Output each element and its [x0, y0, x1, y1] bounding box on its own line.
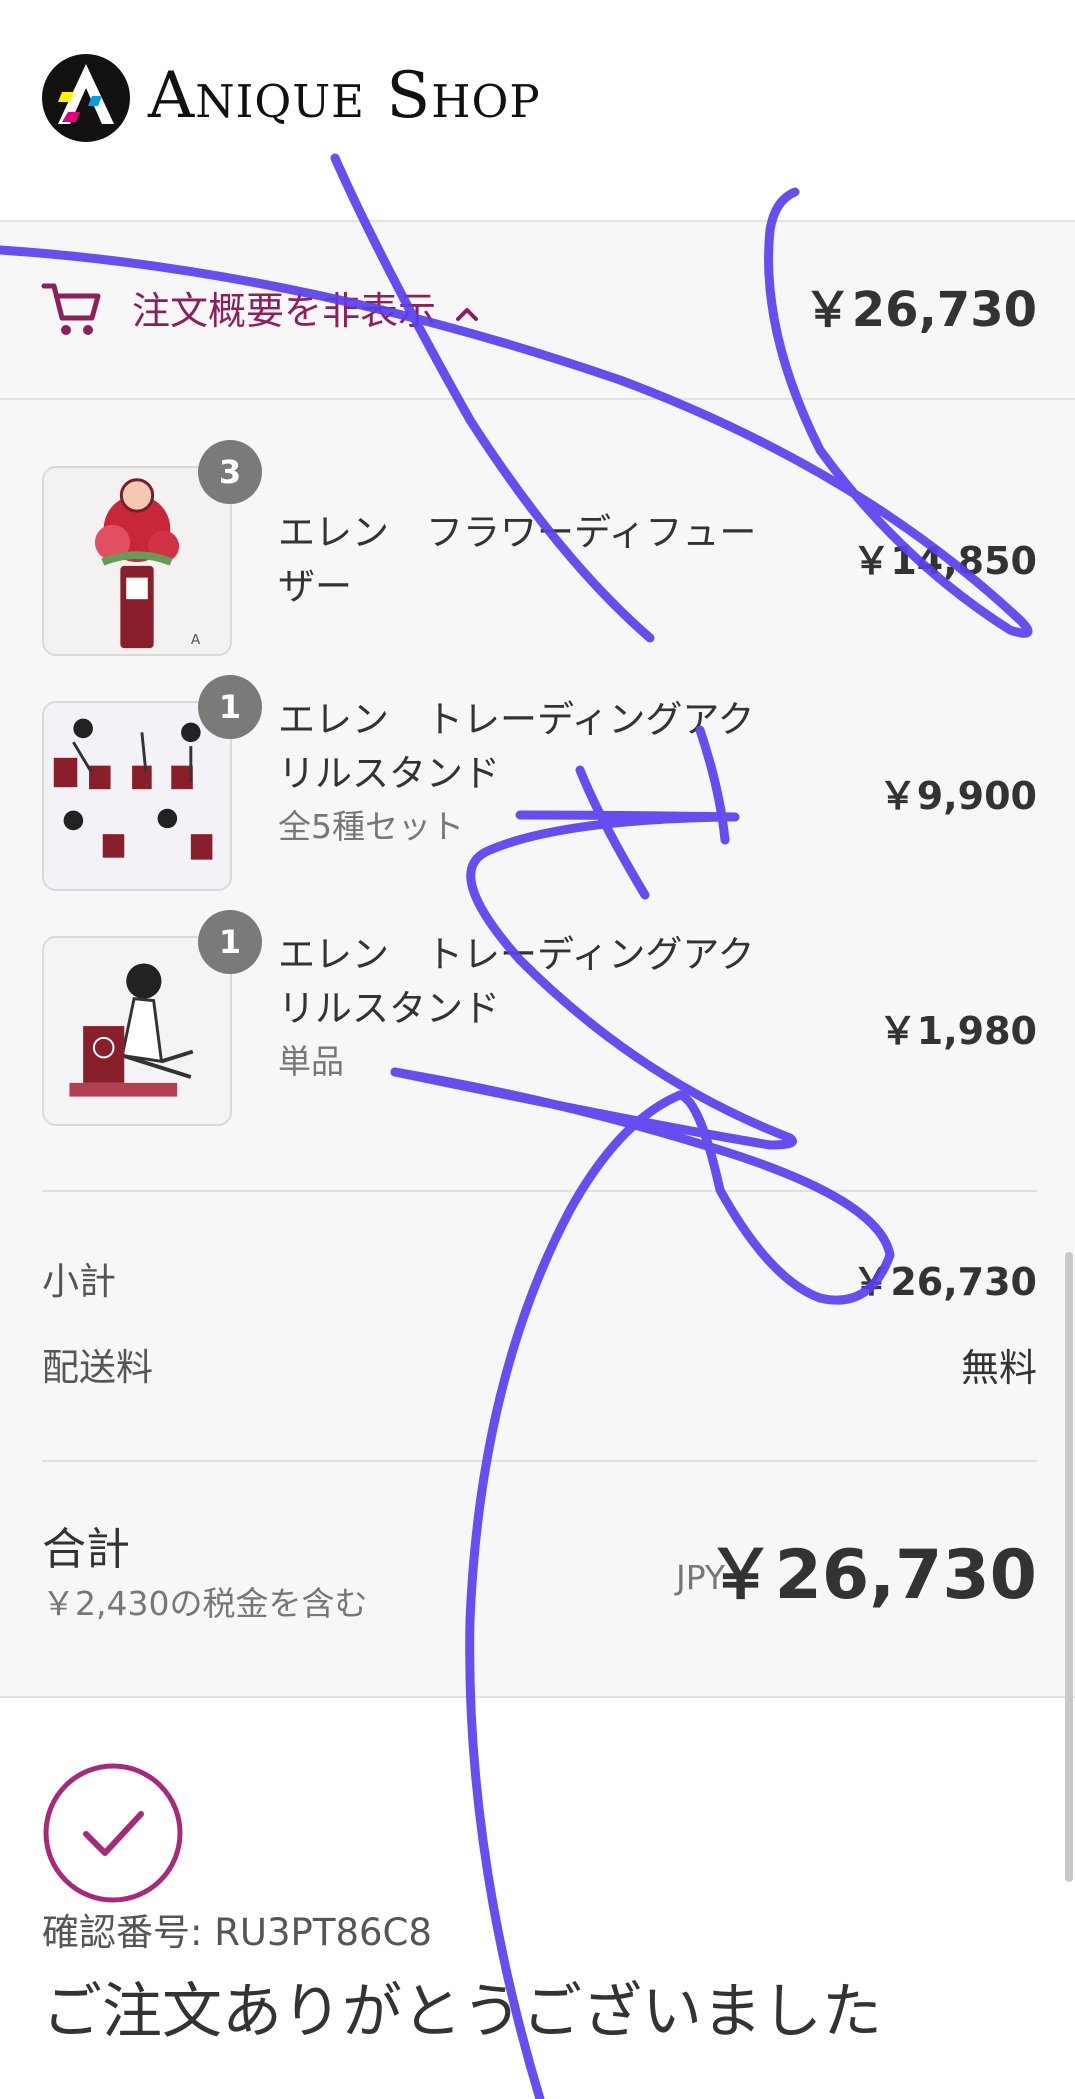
item-title: エレン トレーディングアクリルスタンド	[278, 933, 755, 1030]
line-item: 1 エレン トレーディングアクリルスタンド 全5種セット ￥9,900	[0, 675, 1075, 893]
divider	[42, 1460, 1037, 1462]
item-title: エレン フラワーディフューザー	[278, 511, 757, 608]
anique-logo-icon[interactable]	[40, 52, 132, 144]
shipping-label: 配送料	[42, 1346, 153, 1389]
confirmation-number: 確認番号: RU3PT86C8	[42, 1911, 432, 1954]
order-summary-toggle-bar[interactable]: 注文概要を非表示 ￥26,730	[0, 222, 1075, 400]
total-label: 合計	[42, 1524, 130, 1575]
shipping-value: 無料	[960, 1346, 1037, 1390]
cart-icon	[41, 283, 101, 335]
flower-diffuser-image: A	[44, 468, 230, 654]
divider	[42, 1190, 1037, 1192]
site-header: Anique Shop	[0, 0, 1075, 222]
item-variant: 全5種セット	[278, 807, 464, 846]
chevron-up-icon	[456, 307, 479, 321]
line-item: A 3 エレン フラワーディフューザー ￥14,850	[0, 440, 1075, 658]
product-thumbnail	[42, 701, 232, 891]
quantity-badge: 1	[198, 910, 262, 974]
acrylic-stand-single-image	[44, 938, 230, 1124]
thank-you-heading: ご注文ありがとうございました	[42, 1977, 882, 2047]
line-item: 1 エレン トレーディングアクリルスタンド 単品 ￥1,980	[0, 910, 1075, 1128]
product-thumbnail: A	[42, 466, 232, 656]
quantity-badge: 3	[198, 440, 262, 504]
quantity-badge: 1	[198, 675, 262, 739]
subtotal-label: 小計	[42, 1260, 116, 1303]
order-summary-panel: A 3 エレン フラワーディフューザー ￥14,850 1 エレン トレーディン…	[0, 400, 1075, 1698]
summary-toggle-label: 注文概要を非表示	[132, 289, 437, 333]
item-price: ￥1,980	[878, 1009, 1037, 1053]
item-title: エレン トレーディングアクリルスタンド	[278, 698, 755, 795]
tax-note: ￥2,430の税金を含む	[42, 1584, 368, 1623]
subtotal-value: ￥26,730	[852, 1260, 1037, 1304]
check-circle-icon	[43, 1763, 183, 1903]
item-price: ￥14,850	[852, 539, 1037, 583]
product-thumbnail	[42, 936, 232, 1126]
acrylic-stand-set-image	[44, 703, 230, 889]
scrollbar[interactable]	[1065, 1252, 1073, 1882]
item-price: ￥9,900	[878, 774, 1037, 818]
summary-total-price: ￥26,730	[803, 282, 1037, 338]
grand-total: ￥26,730	[706, 1536, 1037, 1615]
item-variant: 単品	[278, 1042, 344, 1081]
site-logo-text[interactable]: Anique Shop	[148, 56, 541, 136]
hide-order-summary-toggle[interactable]: 注文概要を非表示	[132, 286, 480, 336]
svg-text:A: A	[191, 632, 201, 648]
